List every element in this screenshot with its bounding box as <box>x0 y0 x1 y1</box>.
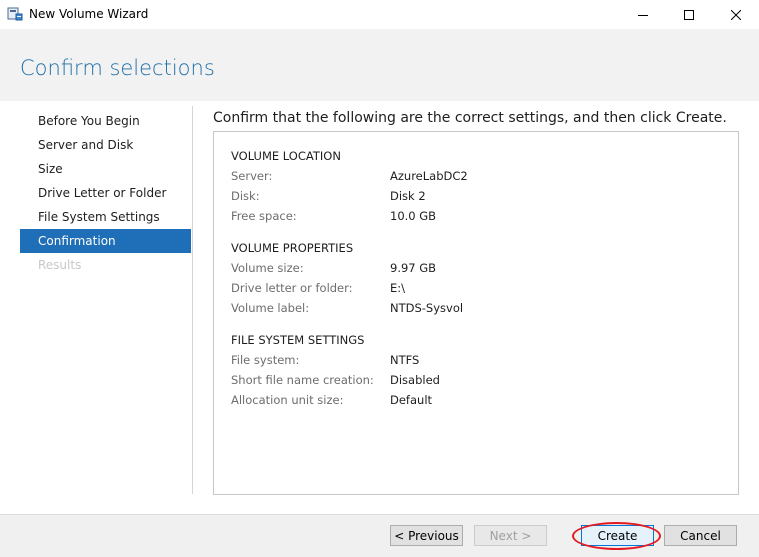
settings-summary-box: VOLUME LOCATION Server: AzureLabDC2 Disk… <box>213 131 739 495</box>
wizard-header: Confirm selections <box>0 29 759 101</box>
nav-item-results: Results <box>38 258 82 272</box>
wizard-footer: < Previous Next > Create Cancel <box>0 514 759 557</box>
maximize-icon <box>684 5 694 24</box>
row-value-allocation-unit-size: Default <box>390 393 433 407</box>
row-label-drive-letter: Drive letter or folder: <box>231 281 353 295</box>
section-heading-volume-properties: VOLUME PROPERTIES <box>231 241 354 255</box>
row-label-disk: Disk: <box>231 189 260 203</box>
row-value-drive-letter: E:\ <box>390 281 406 295</box>
nav-item-confirmation[interactable]: Confirmation <box>20 229 191 253</box>
page-title: Confirm selections <box>20 56 215 80</box>
section-heading-file-system-settings: FILE SYSTEM SETTINGS <box>231 333 365 347</box>
row-value-short-file-name: Disabled <box>390 373 440 387</box>
row-value-server: AzureLabDC2 <box>390 169 468 183</box>
next-button: Next > <box>474 525 547 546</box>
volume-wizard-icon <box>7 6 23 22</box>
nav-divider <box>192 106 193 494</box>
window-title: New Volume Wizard <box>29 7 149 21</box>
row-label-free-space: Free space: <box>231 209 297 223</box>
nav-item-server-and-disk[interactable]: Server and Disk <box>20 133 191 157</box>
row-value-file-system: NTFS <box>390 353 420 367</box>
maximize-button[interactable] <box>666 0 712 29</box>
wizard-steps-nav: Before You Begin Server and Disk Size Dr… <box>20 109 191 277</box>
nav-item-file-system-settings[interactable]: File System Settings <box>20 205 191 229</box>
row-label-server: Server: <box>231 169 273 183</box>
nav-item-size[interactable]: Size <box>20 157 191 181</box>
close-icon <box>730 5 742 24</box>
row-label-volume-label: Volume label: <box>231 301 310 315</box>
section-heading-volume-location: VOLUME LOCATION <box>231 149 341 163</box>
wizard-content: Before You Begin Server and Disk Size Dr… <box>0 101 759 514</box>
row-value-disk: Disk 2 <box>390 189 426 203</box>
row-label-volume-size: Volume size: <box>231 261 304 275</box>
create-button[interactable]: Create <box>581 525 654 546</box>
close-button[interactable] <box>713 0 759 29</box>
row-label-file-system: File system: <box>231 353 300 367</box>
row-value-volume-label: NTDS-Sysvol <box>390 301 464 315</box>
row-value-volume-size: 9.97 GB <box>390 261 437 275</box>
minimize-button[interactable] <box>620 0 666 29</box>
cancel-button[interactable]: Cancel <box>664 525 737 546</box>
nav-item-drive-letter-or-folder[interactable]: Drive Letter or Folder <box>20 181 191 205</box>
instruction-text: Confirm that the following are the corre… <box>213 110 727 126</box>
row-label-short-file-name: Short file name creation: <box>231 373 374 387</box>
nav-item-before-you-begin[interactable]: Before You Begin <box>20 109 191 133</box>
row-value-free-space: 10.0 GB <box>390 209 437 223</box>
minimize-icon <box>638 5 648 24</box>
row-label-allocation-unit-size: Allocation unit size: <box>231 393 344 407</box>
previous-button[interactable]: < Previous <box>390 525 463 546</box>
title-bar: New Volume Wizard <box>0 0 759 29</box>
